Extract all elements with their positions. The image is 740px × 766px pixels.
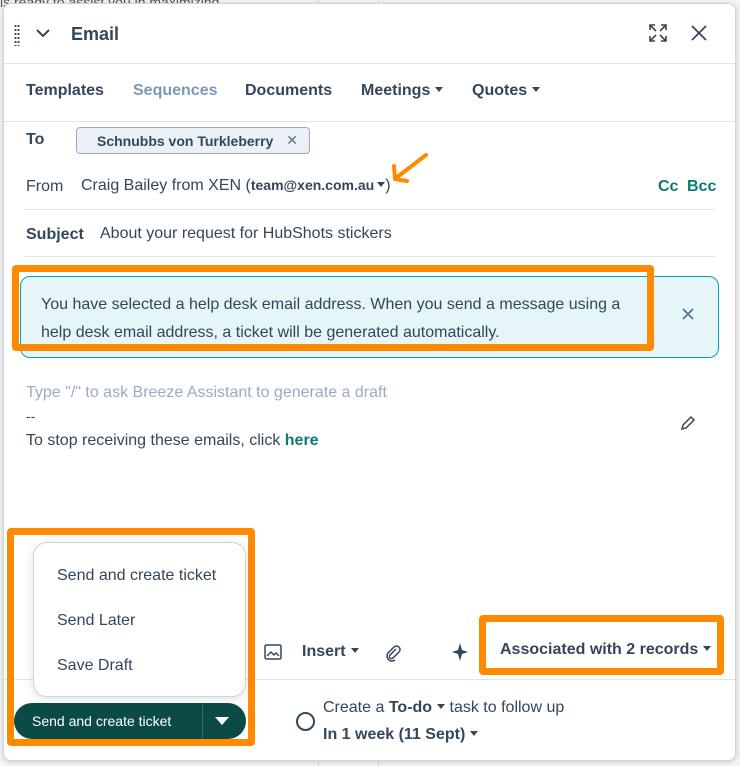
insert-menu[interactable]: Insert bbox=[302, 643, 359, 661]
tab-quotes[interactable]: Quotes bbox=[472, 82, 541, 100]
menu-item-save-draft[interactable]: Save Draft bbox=[57, 657, 133, 675]
from-email: team@xen.com.au bbox=[250, 177, 375, 193]
task-type-dropdown[interactable]: To-do bbox=[388, 699, 446, 716]
tab-meetings[interactable]: Meetings bbox=[361, 82, 444, 100]
recipient-chip[interactable]: Schnubbs von Turkleberry ✕ bbox=[76, 127, 310, 154]
expand-icon[interactable] bbox=[648, 23, 668, 43]
body-editor-placeholder[interactable]: Type "/" to ask Breeze Assistant to gene… bbox=[26, 384, 387, 402]
caret-down-icon bbox=[350, 647, 359, 653]
signature-message: To stop receiving these emails, click bbox=[26, 432, 281, 449]
chevron-down-icon[interactable] bbox=[34, 24, 52, 42]
followup-prefix: Create a bbox=[323, 699, 385, 716]
subject-label: Subject bbox=[26, 226, 84, 243]
divider bbox=[24, 256, 715, 257]
subject-input[interactable]: About your request for HubShots stickers bbox=[100, 225, 392, 243]
email-header: Email bbox=[4, 4, 735, 64]
tab-meetings-label: Meetings bbox=[361, 82, 431, 99]
button-separator bbox=[202, 703, 203, 739]
email-panel: Email Templates Sequences Documents Meet… bbox=[3, 3, 736, 761]
menu-item-send-and-create-ticket[interactable]: Send and create ticket bbox=[57, 567, 216, 585]
close-icon[interactable] bbox=[679, 305, 697, 323]
caret-down-icon bbox=[437, 703, 446, 709]
panel-title: Email bbox=[71, 24, 120, 44]
from-selector[interactable]: Craig Bailey from XEN (team@xen.com.au) bbox=[81, 177, 391, 195]
menu-item-send-later[interactable]: Send Later bbox=[57, 612, 135, 630]
signature-text: To stop receiving these emails, click he… bbox=[26, 432, 319, 450]
from-label: From bbox=[26, 178, 64, 195]
from-name: Craig Bailey from XEN bbox=[81, 177, 242, 194]
task-type-label: To-do bbox=[388, 699, 433, 716]
followup-task-text: Create a To-do task to follow up bbox=[323, 699, 564, 717]
caret-down-icon bbox=[377, 181, 386, 187]
caret-down-icon bbox=[435, 86, 444, 92]
close-icon[interactable] bbox=[689, 23, 709, 43]
insert-label: Insert bbox=[302, 643, 346, 660]
bcc-link[interactable]: Bcc bbox=[687, 178, 716, 196]
tab-quotes-label: Quotes bbox=[472, 82, 528, 99]
tab-documents[interactable]: Documents bbox=[245, 82, 332, 100]
recipient-name: Schnubbs von Turkleberry bbox=[97, 133, 274, 149]
signature-separator: -- bbox=[26, 408, 36, 424]
sparkle-icon[interactable] bbox=[451, 642, 469, 662]
send-button-group: Send and create ticket bbox=[14, 703, 246, 739]
cc-link[interactable]: Cc bbox=[658, 178, 678, 196]
to-label: To bbox=[26, 131, 45, 148]
associated-records-label: Associated with 2 records bbox=[500, 641, 699, 658]
followup-task-checkbox[interactable] bbox=[296, 712, 315, 731]
image-icon[interactable] bbox=[264, 644, 282, 660]
send-options-caret-icon[interactable] bbox=[215, 717, 229, 725]
caret-down-icon bbox=[703, 645, 712, 651]
followup-date-label: In 1 week (11 Sept) bbox=[323, 726, 466, 743]
send-options-menu: Send and create ticket Send Later Save D… bbox=[33, 542, 246, 697]
unsubscribe-link[interactable]: here bbox=[285, 432, 319, 449]
helpdesk-alert: You have selected a help desk email addr… bbox=[20, 276, 719, 358]
paperclip-icon[interactable] bbox=[384, 644, 402, 662]
caret-down-icon bbox=[532, 86, 541, 92]
drag-handle-icon[interactable] bbox=[14, 24, 20, 46]
remove-recipient-icon[interactable]: ✕ bbox=[286, 132, 298, 149]
followup-date-dropdown[interactable]: In 1 week (11 Sept) bbox=[323, 726, 479, 744]
send-and-create-ticket-button[interactable]: Send and create ticket bbox=[32, 713, 171, 729]
annotation-arrow-icon bbox=[392, 153, 428, 183]
alert-message: You have selected a help desk email addr… bbox=[41, 296, 621, 341]
associated-records-dropdown[interactable]: Associated with 2 records bbox=[500, 641, 712, 659]
email-tools-tabs: Templates Sequences Documents Meetings Q… bbox=[4, 64, 735, 122]
caret-down-icon bbox=[470, 730, 479, 736]
divider bbox=[24, 209, 715, 210]
followup-suffix: task to follow up bbox=[449, 699, 565, 716]
pencil-icon[interactable] bbox=[679, 414, 697, 432]
tab-templates[interactable]: Templates bbox=[26, 82, 104, 100]
tab-sequences[interactable]: Sequences bbox=[133, 82, 217, 100]
